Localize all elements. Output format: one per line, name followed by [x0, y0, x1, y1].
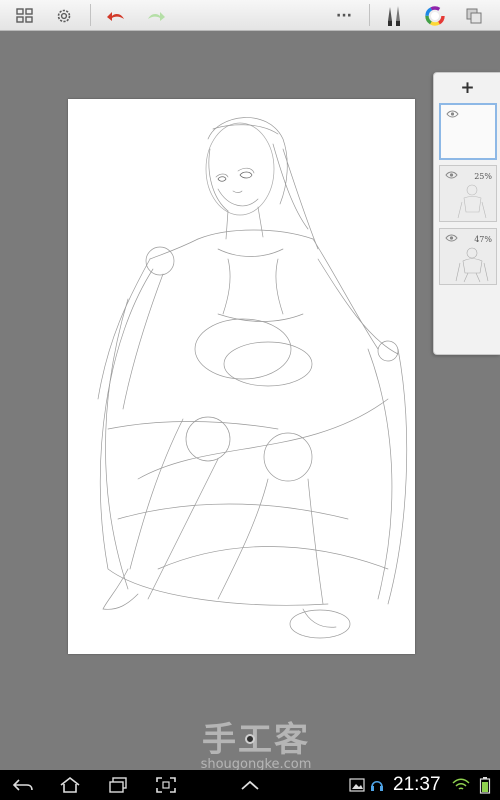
back-icon[interactable]	[10, 773, 36, 797]
layer-preview	[457, 184, 487, 219]
canvas-pan-handle[interactable]	[245, 734, 255, 744]
screenshot-icon[interactable]	[153, 773, 179, 797]
recent-apps-icon[interactable]	[105, 773, 131, 797]
layer-opacity: 25%	[474, 172, 492, 181]
plus-icon: +	[460, 78, 475, 98]
system-navigation-bar: 21:37	[0, 770, 500, 800]
eye-icon[interactable]	[446, 110, 459, 118]
layers-copy-icon[interactable]	[461, 3, 487, 29]
drawing-canvas[interactable]	[68, 99, 415, 654]
layer-opacity: 47%	[474, 235, 492, 244]
eye-icon[interactable]	[445, 171, 458, 179]
layer-preview	[455, 247, 489, 283]
battery-icon	[472, 773, 498, 797]
layer-1-thumbnail[interactable]	[439, 103, 497, 160]
headset-notification-icon	[364, 773, 390, 797]
add-layer-button[interactable]: +	[434, 75, 500, 101]
more-icon[interactable]: ···	[331, 3, 357, 29]
layer-2-thumbnail[interactable]: 25%	[439, 165, 497, 222]
brush-icon[interactable]	[382, 3, 408, 29]
wifi-icon	[448, 773, 474, 797]
watermark-title: 手工客	[202, 720, 310, 760]
home-icon[interactable]	[57, 773, 83, 797]
toolbar-divider	[90, 4, 91, 26]
undo-icon[interactable]	[103, 3, 129, 29]
redo-icon[interactable]	[143, 3, 169, 29]
grid-icon[interactable]	[12, 3, 38, 29]
layer-3-thumbnail[interactable]: 47%	[439, 228, 497, 285]
toolbar-divider	[369, 4, 370, 26]
eye-icon[interactable]	[445, 234, 458, 242]
chevron-up-icon[interactable]	[237, 773, 263, 797]
layers-panel: + 25% 47%	[433, 72, 500, 355]
status-clock: 21:37	[393, 774, 441, 795]
top-toolbar: ···	[0, 0, 500, 31]
gear-icon[interactable]	[51, 3, 77, 29]
watermark: 手工客 shougongke.com	[186, 722, 326, 772]
pencil-sketch	[97, 117, 408, 639]
color-wheel-icon[interactable]	[422, 3, 448, 29]
